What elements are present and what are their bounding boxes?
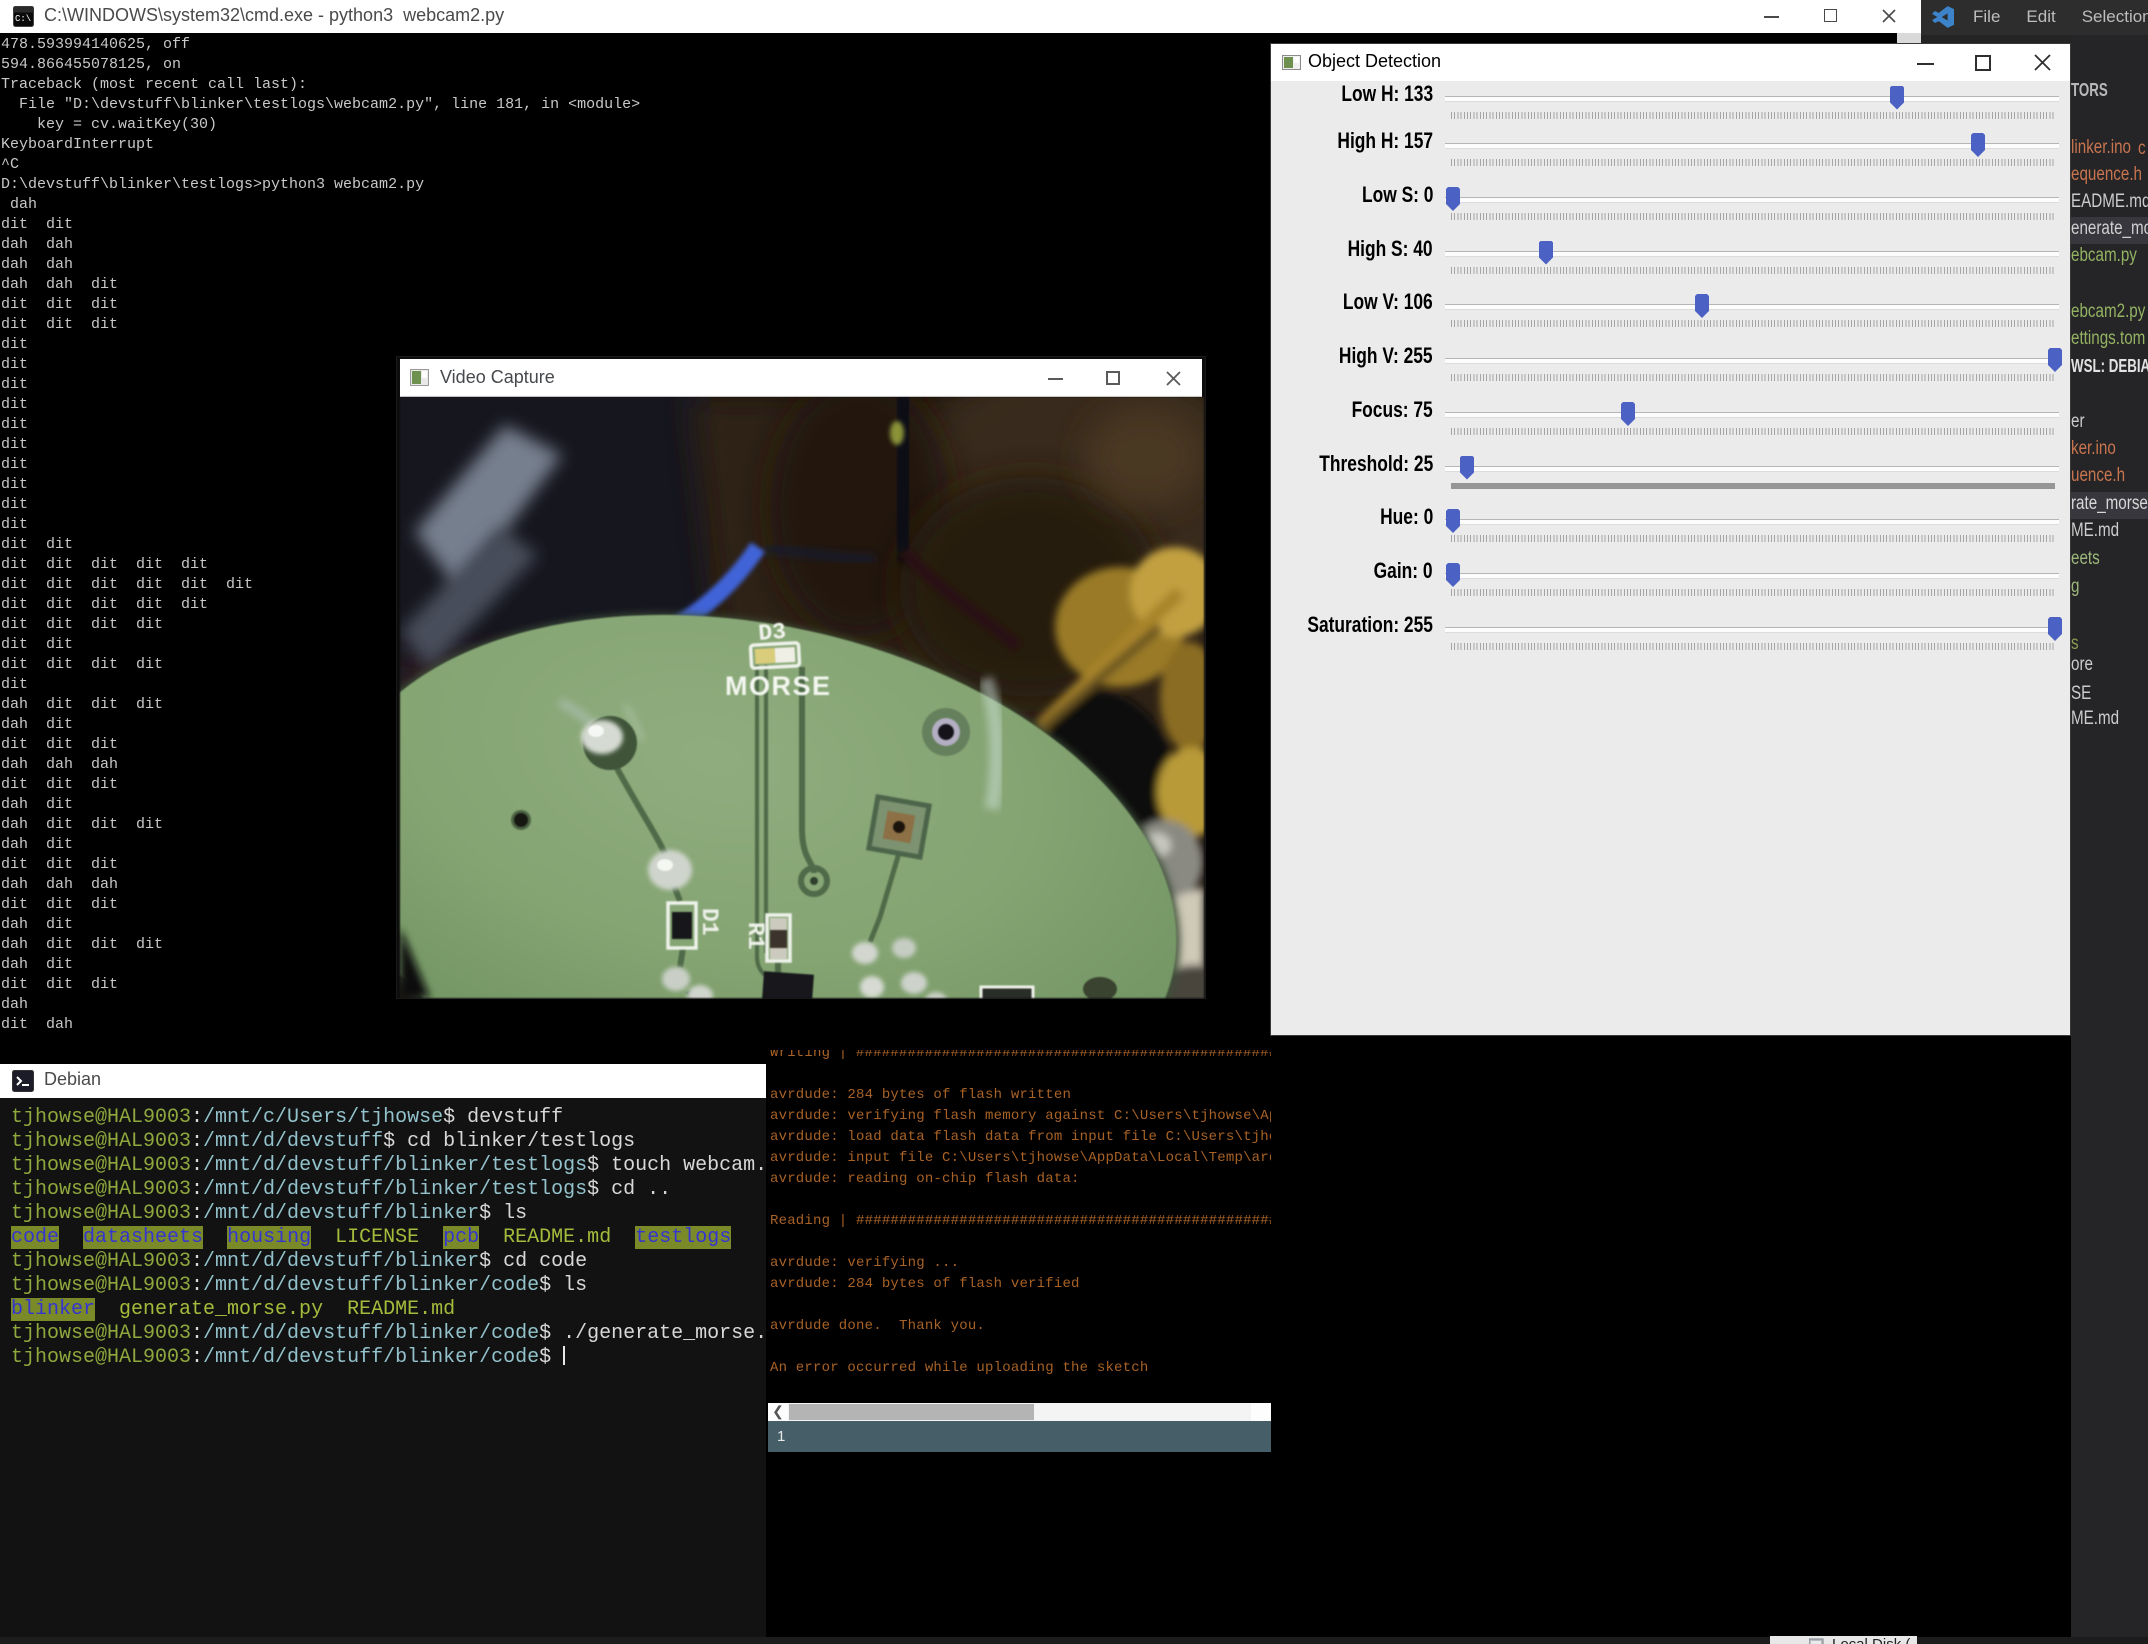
svg-text:C:\: C:\ — [15, 14, 31, 24]
svg-text:R1: R1 — [742, 922, 768, 950]
svg-text:MORSE: MORSE — [725, 671, 832, 701]
svg-text:D1: D1 — [696, 908, 722, 936]
